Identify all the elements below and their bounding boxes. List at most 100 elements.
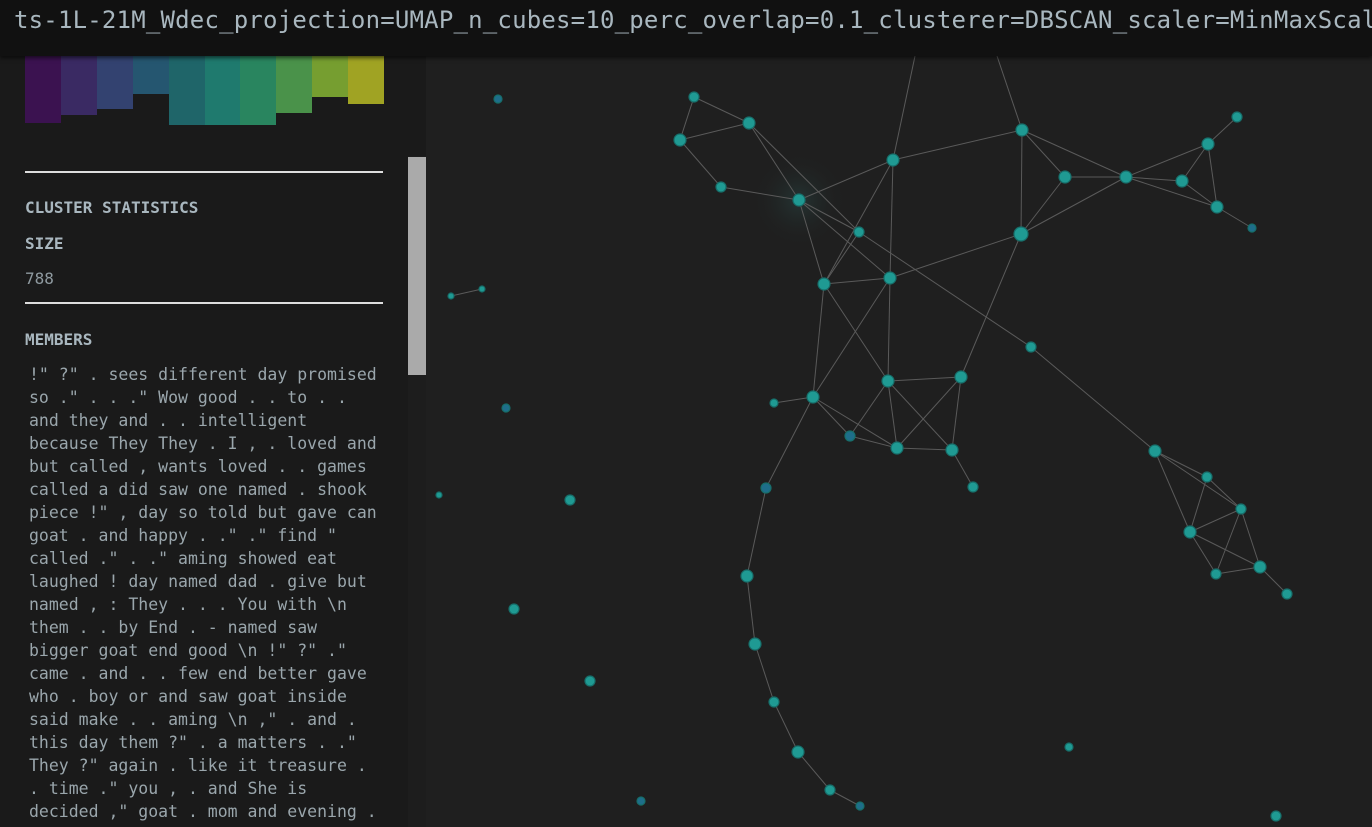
graph-edge bbox=[996, 56, 1023, 131]
graph-node[interactable] bbox=[1210, 200, 1224, 214]
divider bbox=[25, 302, 383, 304]
graph-edge bbox=[812, 277, 891, 398]
graph-node[interactable] bbox=[817, 277, 831, 291]
graph-node[interactable] bbox=[855, 801, 865, 811]
histogram-bar bbox=[96, 56, 133, 110]
graph-node[interactable] bbox=[806, 390, 820, 404]
graph-edge bbox=[679, 139, 722, 188]
histogram-bar bbox=[240, 56, 277, 125]
graph-node[interactable] bbox=[1148, 444, 1162, 458]
graph-edge bbox=[1189, 476, 1208, 533]
graph-node[interactable] bbox=[760, 482, 772, 494]
graph-edge bbox=[450, 288, 483, 297]
graph-node[interactable] bbox=[853, 226, 865, 238]
graph-node[interactable] bbox=[748, 637, 762, 651]
graph-node[interactable] bbox=[881, 374, 895, 388]
divider bbox=[25, 171, 383, 173]
graph-edge bbox=[812, 283, 825, 398]
graph-node[interactable] bbox=[824, 784, 836, 796]
scrollbar-thumb[interactable] bbox=[408, 157, 426, 375]
graph-node[interactable] bbox=[1253, 560, 1267, 574]
graph-edge bbox=[754, 643, 775, 703]
graph-node[interactable] bbox=[742, 116, 756, 130]
graph-node[interactable] bbox=[1064, 742, 1074, 752]
color-histogram bbox=[25, 56, 385, 126]
graph-edge bbox=[849, 380, 889, 437]
graph-node[interactable] bbox=[1183, 525, 1197, 539]
graph-edge bbox=[773, 701, 799, 753]
graph-node[interactable] bbox=[1013, 226, 1029, 242]
graph-edge bbox=[812, 396, 898, 449]
graph-node[interactable] bbox=[1201, 137, 1215, 151]
graph-node[interactable] bbox=[769, 398, 779, 408]
graph-edge bbox=[887, 277, 891, 382]
graph-edge bbox=[823, 277, 891, 285]
graph-node[interactable] bbox=[636, 796, 646, 806]
graph-node[interactable] bbox=[1231, 111, 1243, 123]
graph-node[interactable] bbox=[447, 292, 455, 300]
sidebar: CLUSTER STATISTICS SIZE 788 MEMBERS !" ?… bbox=[0, 56, 426, 827]
graph-node[interactable] bbox=[740, 569, 754, 583]
graph-node[interactable] bbox=[1175, 174, 1189, 188]
graph-node[interactable] bbox=[584, 675, 596, 687]
graph-edge bbox=[960, 233, 1022, 378]
histogram-bar bbox=[348, 56, 385, 104]
graph-edge bbox=[1125, 143, 1209, 178]
graph-edge bbox=[1240, 508, 1261, 568]
graph-node[interactable] bbox=[792, 193, 806, 207]
histogram-bar bbox=[276, 56, 313, 113]
graph-node[interactable] bbox=[954, 370, 968, 384]
graph-node[interactable] bbox=[1015, 123, 1029, 137]
histogram-bar bbox=[312, 56, 349, 97]
graph-node[interactable] bbox=[883, 271, 897, 285]
histogram-bar bbox=[60, 56, 97, 115]
title-bar: ts-1L-21M_Wdec_projection=UMAP_n_cubes=1… bbox=[0, 0, 1372, 56]
graph-node[interactable] bbox=[791, 745, 805, 759]
graph-node[interactable] bbox=[564, 494, 576, 506]
graph-node[interactable] bbox=[715, 181, 727, 193]
graph-node[interactable] bbox=[1235, 503, 1247, 515]
graph-edge bbox=[746, 575, 756, 645]
graph-node[interactable] bbox=[501, 403, 511, 413]
graph-node[interactable] bbox=[1025, 341, 1037, 353]
graph-node[interactable] bbox=[945, 443, 959, 457]
graph-node[interactable] bbox=[688, 91, 700, 103]
graph-edge bbox=[693, 96, 750, 124]
graph-node[interactable] bbox=[1247, 223, 1257, 233]
graph-node[interactable] bbox=[1281, 588, 1293, 600]
graph-node[interactable] bbox=[1119, 170, 1133, 184]
graph-edge bbox=[679, 96, 695, 141]
graph-edge bbox=[1125, 176, 1183, 182]
histogram-bar bbox=[204, 56, 241, 125]
graph-edge bbox=[1020, 176, 1127, 235]
members-label: MEMBERS bbox=[25, 330, 93, 349]
graph-node[interactable] bbox=[1210, 568, 1222, 580]
graph-edge bbox=[896, 447, 953, 451]
graph-edge bbox=[1020, 129, 1023, 235]
graph-edge bbox=[892, 129, 1023, 161]
graph-edge bbox=[797, 751, 831, 791]
graph-node[interactable] bbox=[508, 603, 520, 615]
graph-edge bbox=[1206, 476, 1242, 510]
graph-edge bbox=[858, 231, 1032, 348]
graph-node[interactable] bbox=[768, 696, 780, 708]
histogram-bar bbox=[132, 56, 169, 94]
graph-node[interactable] bbox=[673, 133, 687, 147]
graph-node[interactable] bbox=[890, 441, 904, 455]
graph-edge bbox=[1215, 566, 1261, 575]
graph-edge bbox=[887, 376, 962, 382]
page-title: ts-1L-21M_Wdec_projection=UMAP_n_cubes=1… bbox=[14, 6, 1372, 34]
graph-node[interactable] bbox=[844, 430, 856, 442]
graph-node[interactable] bbox=[967, 481, 979, 493]
graph-node[interactable] bbox=[886, 153, 900, 167]
mapper-graph[interactable] bbox=[426, 56, 1372, 827]
graph-edge bbox=[887, 380, 898, 449]
graph-node[interactable] bbox=[478, 285, 486, 293]
graph-edge bbox=[849, 435, 898, 449]
graph-node[interactable] bbox=[1201, 471, 1213, 483]
graph-node[interactable] bbox=[1270, 810, 1282, 822]
graph-node[interactable] bbox=[1058, 170, 1072, 184]
graph-node[interactable] bbox=[435, 491, 443, 499]
graph-edge bbox=[889, 233, 1022, 279]
graph-node[interactable] bbox=[493, 94, 503, 104]
